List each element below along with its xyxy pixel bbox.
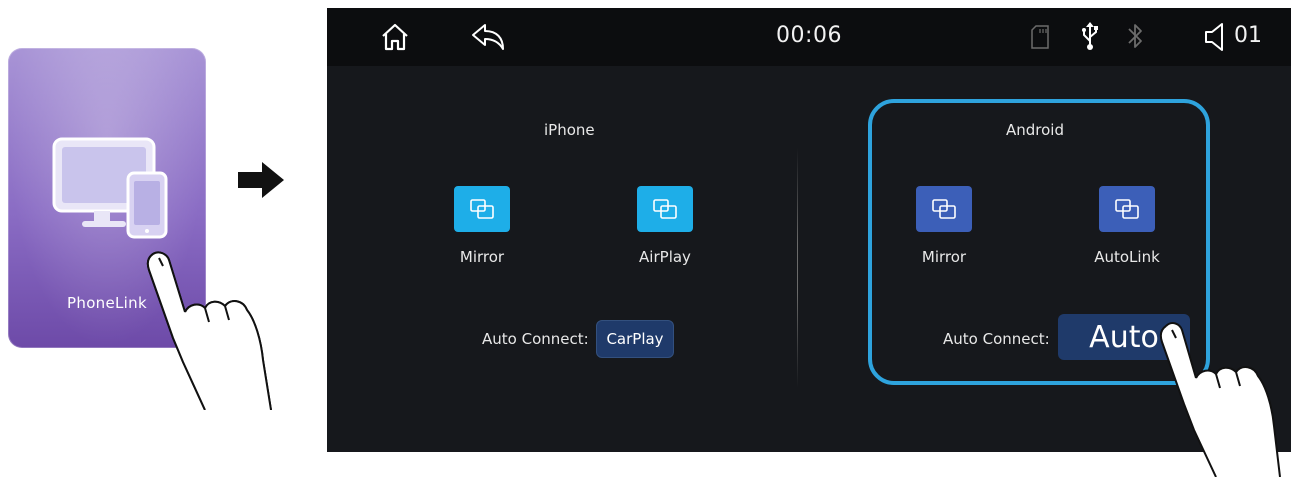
iphone-mirror-button[interactable] (454, 186, 510, 232)
pointing-hand-icon (146, 251, 272, 410)
android-auto-connect-label: Auto Connect: (943, 330, 1050, 348)
iphone-section-title: iPhone (544, 121, 595, 139)
carplay-auto-connect-button[interactable]: CarPlay (596, 320, 674, 358)
android-autolink-button[interactable] (1099, 186, 1155, 232)
iphone-auto-connect-label: Auto Connect: (482, 330, 589, 348)
clock: 00:06 (776, 23, 842, 48)
android-autolink-label: AutoLink (1094, 248, 1160, 266)
android-mirror-button[interactable] (916, 186, 972, 232)
iphone-mirror-label: Mirror (459, 248, 505, 266)
android-section-title: Android (1006, 121, 1064, 139)
screen-mirror-icon (470, 199, 494, 219)
volume-level: 01 (1234, 23, 1262, 48)
pointing-hand-icon (1159, 322, 1281, 477)
section-divider (797, 148, 798, 388)
sd-card-icon (1031, 25, 1049, 49)
iphone-airplay-button[interactable] (637, 186, 693, 232)
screen-mirror-icon (932, 199, 956, 219)
screen-mirror-icon (1115, 199, 1139, 219)
head-unit-screen: 00:06 01 iPhone Mirror AirPlay Auto Conn… (327, 8, 1291, 452)
volume-icon[interactable] (1203, 22, 1231, 52)
android-mirror-label: Mirror (921, 248, 967, 266)
bluetooth-icon (1128, 24, 1142, 48)
iphone-airplay-label: AirPlay (639, 248, 691, 266)
usb-icon (1082, 22, 1098, 50)
screen-mirror-icon (653, 199, 677, 219)
right-arrow-icon (238, 162, 284, 198)
status-bar: 00:06 01 (327, 8, 1291, 66)
